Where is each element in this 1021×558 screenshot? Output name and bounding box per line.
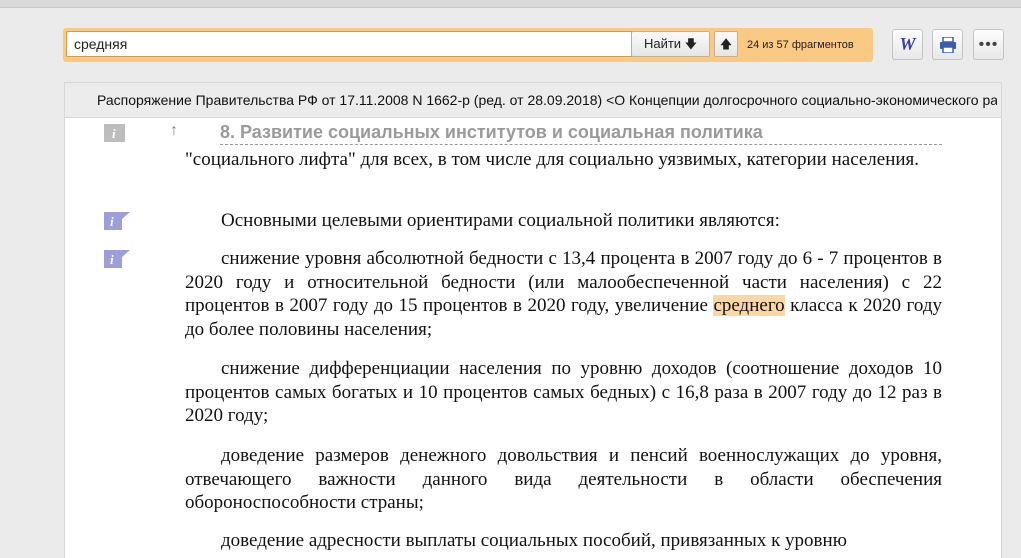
info-note-icon[interactable]: i <box>103 211 131 231</box>
search-result-count: 24 из 57 фрагментов <box>747 39 854 51</box>
more-dots-icon: ••• <box>978 36 999 53</box>
paragraph-2: снижение уровня абсолютной бедности с 13… <box>185 247 942 341</box>
more-menu-button[interactable]: ••• <box>973 29 1004 60</box>
document-header: Распоряжение Правительства РФ от 17.11.2… <box>64 82 1002 118</box>
find-previous-button[interactable]: 🡅 <box>714 31 738 57</box>
go-to-section-arrow-icon[interactable]: ↑ <box>170 122 178 140</box>
window-top-edge <box>0 0 1021 8</box>
paragraph-1: Основными целевыми ориентирами социально… <box>221 210 780 231</box>
paragraph-5: доведение адресности выплаты социальных … <box>221 530 847 551</box>
arrow-down-icon: 🡇 <box>684 37 698 51</box>
svg-text:i: i <box>110 252 114 267</box>
word-icon: W <box>899 34 916 54</box>
search-match-highlight[interactable]: среднего <box>713 295 785 316</box>
search-panel: ✕ ▼ Найти 🡇 🡅 24 из 57 фрагментов <box>63 28 873 62</box>
info-note-icon[interactable]: i <box>103 123 131 143</box>
svg-text:i: i <box>110 214 114 229</box>
section-heading: 8. Развитие социальных институтов и соци… <box>220 122 942 145</box>
info-note-icon[interactable]: i <box>103 249 131 269</box>
svg-text:i: i <box>112 126 116 141</box>
paragraph-3: снижение дифференциации населения по уро… <box>185 358 942 426</box>
print-button[interactable] <box>932 29 963 60</box>
paragraph-4: доведение размеров денежного довольствия… <box>185 445 942 513</box>
printer-icon <box>939 36 956 54</box>
search-input[interactable] <box>66 31 660 57</box>
document-body: i ↑ 8. Развитие социальных институтов и … <box>64 118 1002 558</box>
paragraph-0: "социального лифта" для всех, в том числ… <box>185 149 920 170</box>
export-word-button[interactable]: W <box>892 29 923 60</box>
find-next-button[interactable]: Найти 🡇 <box>631 31 710 57</box>
find-button-label: Найти <box>643 36 682 51</box>
document-title[interactable]: Распоряжение Правительства РФ от 17.11.2… <box>97 83 997 117</box>
arrow-up-icon: 🡅 <box>719 37 733 51</box>
